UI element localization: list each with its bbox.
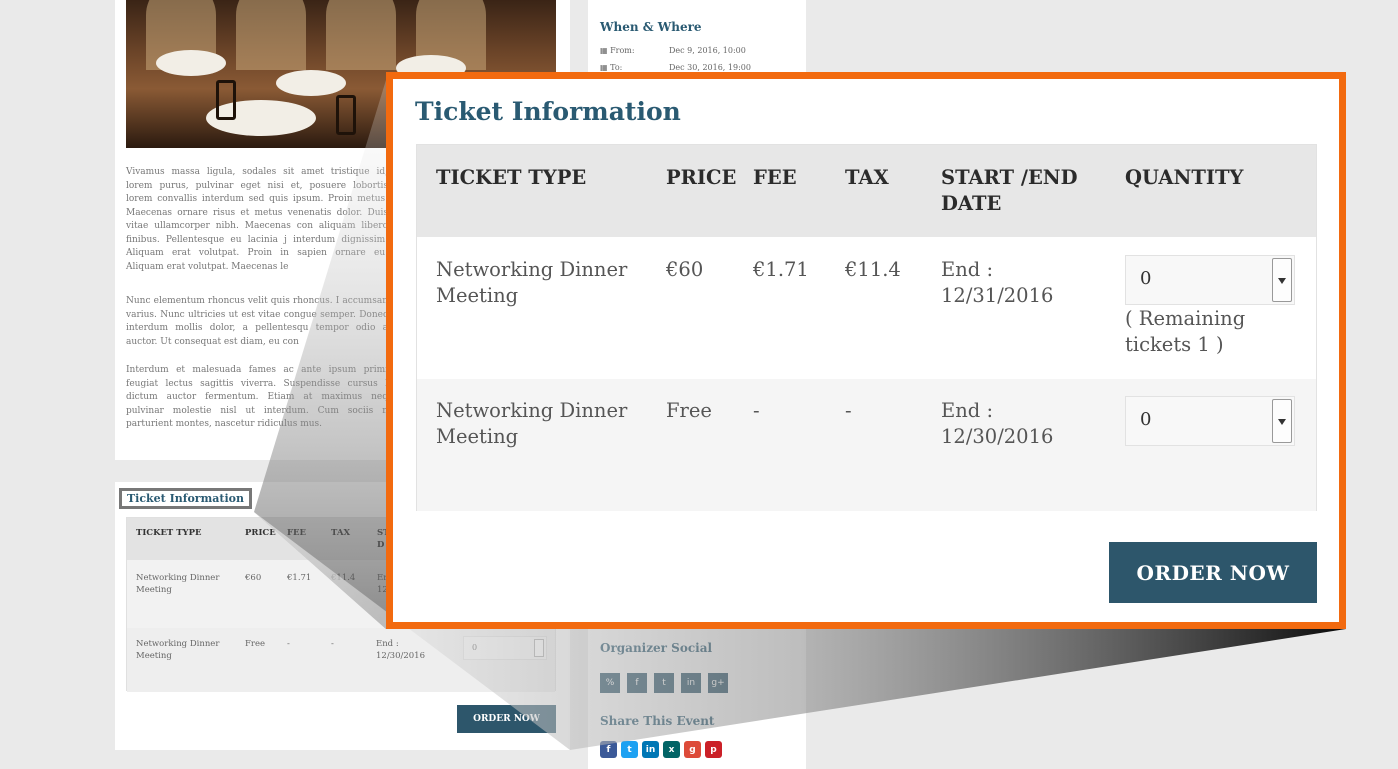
header-price: PRICE: [245, 528, 276, 538]
cell-ticket-type: Networking Dinner Meeting: [136, 573, 220, 595]
google-plus-icon[interactable]: g+: [708, 673, 728, 693]
chevron-down-icon: [534, 639, 544, 657]
cell-ticket-type: Networking Dinner Meeting: [436, 258, 628, 307]
quantity-select-small[interactable]: 0: [463, 636, 547, 660]
when-where-title: When & Where: [600, 20, 702, 34]
header-ticket-type: TICKET TYPE: [436, 166, 587, 189]
description-paragraph: Interdum et malesuada fames ac ante ipsu…: [126, 365, 388, 429]
cell-date: End : 12/30/2016: [941, 399, 1054, 448]
quantity-value: 0: [472, 643, 478, 652]
cell-ticket-type: Networking Dinner Meeting: [136, 639, 220, 661]
cell-tax: -: [331, 639, 334, 649]
table-header: [417, 145, 1316, 237]
cell-price: Free: [245, 639, 266, 649]
calendar-icon: ▦: [600, 63, 608, 72]
header-ticket-type: TICKET TYPE: [136, 528, 202, 538]
quantity-value: 0: [1140, 409, 1152, 430]
order-now-button[interactable]: ORDER NOW: [1109, 542, 1317, 603]
header-price: PRICE: [666, 166, 737, 189]
description-paragraph: Vivamus massa ligula, sodales sit amet t…: [126, 167, 388, 272]
quantity-select[interactable]: 0: [1125, 255, 1295, 305]
header-start-end-date: START /END DATE: [941, 166, 1078, 215]
link-icon[interactable]: %: [600, 673, 620, 693]
from-label: ▦ From:: [600, 46, 635, 55]
cell-fee: -: [753, 399, 760, 422]
to-label: ▦ To:: [600, 63, 623, 72]
header-tax: TAX: [331, 528, 351, 538]
cell-fee: -: [287, 639, 290, 649]
facebook-icon[interactable]: f: [627, 673, 647, 693]
remaining-tickets-note: ( Remaining tickets 1 ): [1125, 307, 1246, 356]
cell-ticket-type: Networking Dinner Meeting: [436, 399, 628, 448]
header-quantity: QUANTITY: [1125, 166, 1244, 189]
linkedin-icon[interactable]: in: [642, 741, 659, 758]
order-now-button-small[interactable]: ORDER NOW: [457, 705, 556, 733]
cell-price: €60: [666, 258, 704, 281]
ticket-title-small: Ticket Information: [119, 488, 252, 509]
calendar-icon: ▦: [600, 46, 608, 55]
cell-fee: €1.71: [287, 573, 312, 583]
chevron-down-icon: [1272, 258, 1292, 302]
organizer-social-title: Organizer Social: [600, 641, 713, 655]
pinterest-icon[interactable]: p: [705, 741, 722, 758]
cell-tax: -: [845, 399, 852, 422]
quantity-select[interactable]: 0: [1125, 396, 1295, 446]
google-plus-icon[interactable]: g: [684, 741, 701, 758]
from-value: Dec 9, 2016, 10:00: [669, 46, 746, 55]
chevron-down-icon: [1272, 399, 1292, 443]
share-event-title: Share This Event: [600, 714, 715, 728]
twitter-icon[interactable]: t: [621, 741, 638, 758]
ticket-information-title: Ticket Information: [415, 97, 681, 126]
cell-fee: €1.71: [753, 258, 809, 281]
cell-date: End : 12/31/2016: [941, 258, 1054, 307]
header-fee: FEE: [753, 166, 797, 189]
cell-price: €60: [245, 573, 262, 583]
cell-price: Free: [666, 399, 712, 422]
xing-icon[interactable]: x: [663, 741, 680, 758]
cell-date: End : 12/30/2016: [376, 639, 425, 661]
to-value: Dec 30, 2016, 19:00: [669, 63, 751, 72]
description-paragraph: Nunc elementum rhoncus velit quis rhoncu…: [126, 296, 388, 347]
header-fee: FEE: [287, 528, 306, 538]
linkedin-icon[interactable]: in: [681, 673, 701, 693]
quantity-value: 0: [1140, 268, 1152, 289]
twitter-icon[interactable]: t: [654, 673, 674, 693]
ticket-table: TICKET TYPE PRICE FEE TAX START /END DAT…: [416, 144, 1317, 511]
cell-tax: €11.4: [331, 573, 356, 583]
cell-tax: €11.4: [845, 258, 901, 281]
ticket-information-zoom: Ticket Information TICKET TYPE PRICE FEE…: [386, 72, 1346, 629]
facebook-icon[interactable]: f: [600, 741, 617, 758]
header-tax: TAX: [845, 166, 889, 189]
